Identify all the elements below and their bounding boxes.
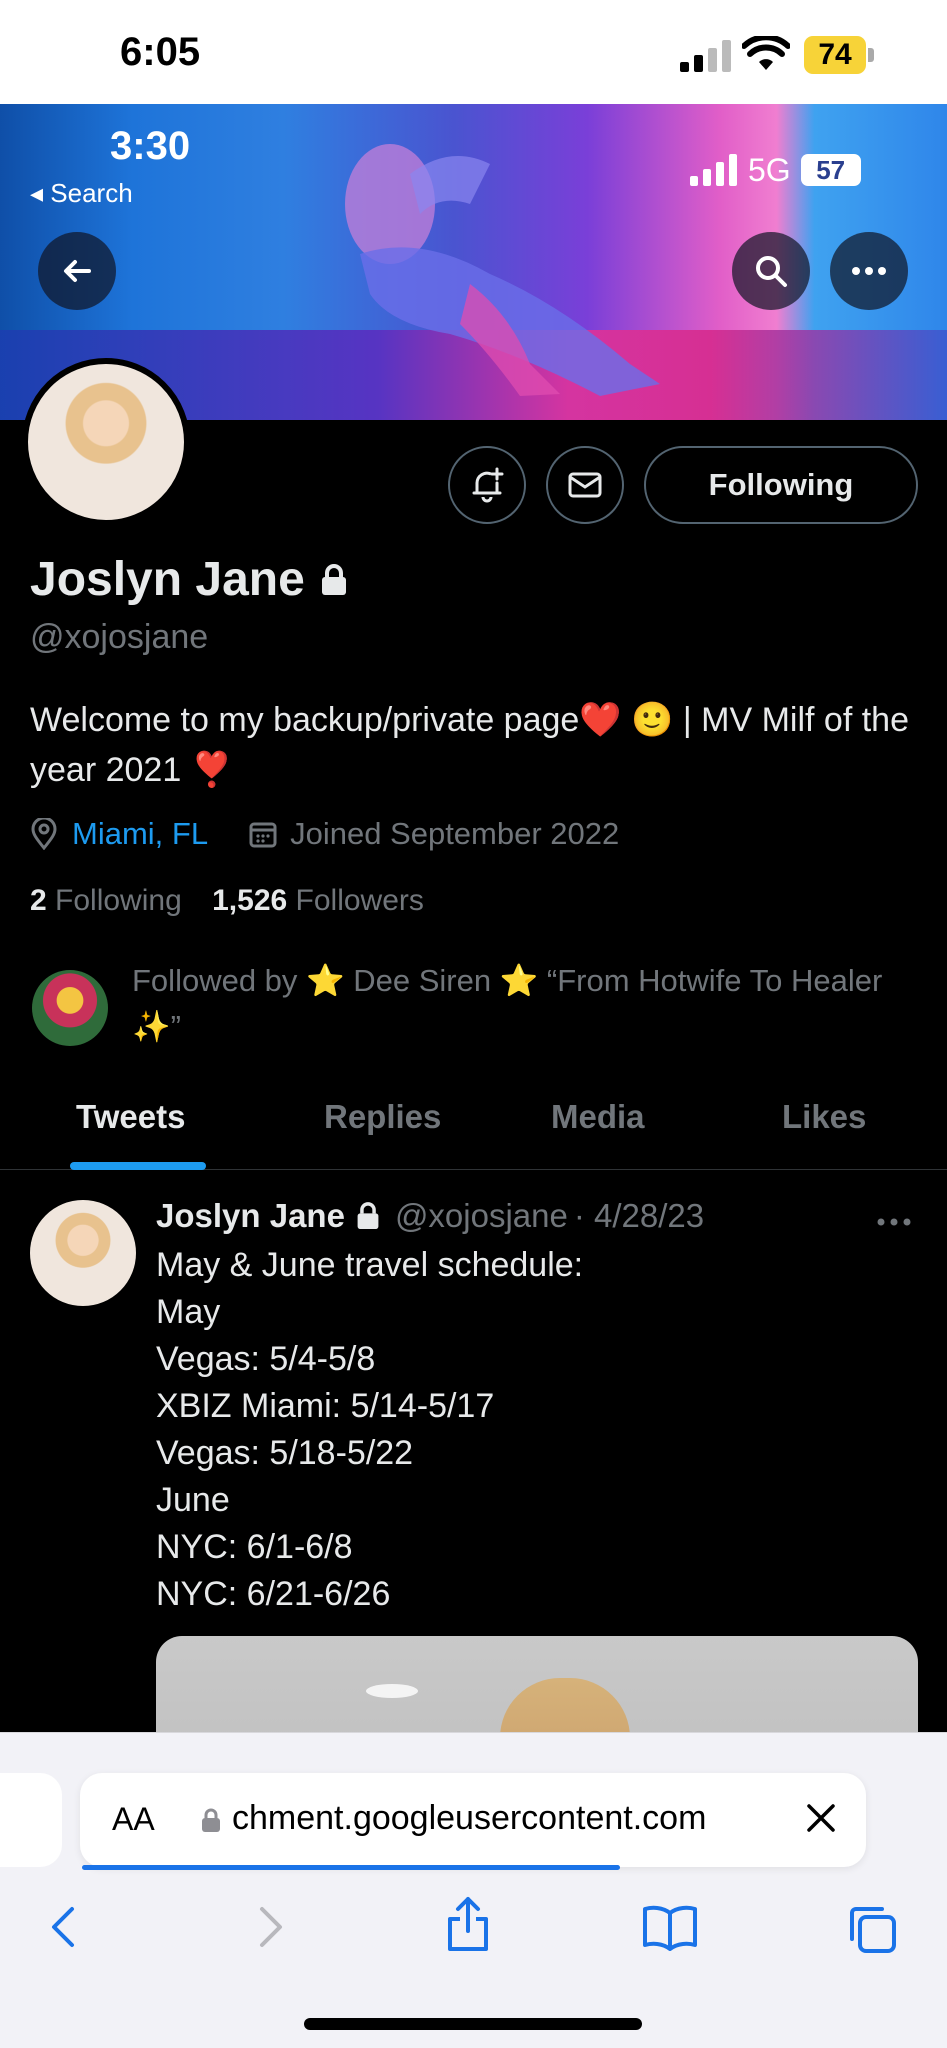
tweet-more-button[interactable] (876, 1198, 912, 1235)
tweet-text: May & June travel schedule: May Vegas: 5… (156, 1242, 583, 1618)
followed-by-text: Followed by ⭐️ Dee Siren ⭐️ “From Hotwif… (132, 963, 883, 1044)
profile-name: Joslyn Jane (30, 553, 305, 606)
tabs-icon[interactable] (846, 1903, 898, 1955)
inner-battery-icon: 57 (800, 154, 861, 186)
tab-likes[interactable]: Likes (782, 1098, 866, 1136)
tweet-line: NYC: 6/1-6/8 (156, 1528, 353, 1566)
bookmarks-icon[interactable] (642, 1903, 698, 1951)
page-load-progress (82, 1865, 620, 1870)
more-horizontal-icon (877, 1218, 911, 1226)
profile-location[interactable]: Miami, FL (72, 816, 208, 852)
chevron-right-icon[interactable] (252, 1903, 288, 1951)
previous-tab-peek[interactable] (0, 1773, 62, 1867)
following-count-link[interactable]: 2 Following (30, 884, 182, 917)
follower-avatar (32, 970, 108, 1046)
following-button[interactable]: Following (644, 446, 918, 524)
banner-photo (345, 144, 660, 396)
search-icon (756, 256, 787, 287)
arrow-left-icon (64, 260, 91, 282)
search-button[interactable] (732, 232, 810, 310)
envelope-icon (568, 472, 602, 498)
tweet-avatar[interactable] (30, 1200, 136, 1306)
url-text[interactable]: chment.googleusercontent.com (232, 1799, 802, 1838)
tweet-line: May & June travel schedule: (156, 1246, 584, 1284)
battery-icon: 74 (804, 36, 866, 74)
inner-network-label: 5G (748, 151, 791, 188)
battery-level: 74 (818, 38, 852, 71)
profile-handle: @xojosjane (30, 618, 209, 656)
address-bar[interactable]: AA chment.googleusercontent.com (80, 1773, 866, 1867)
bell-plus-icon (472, 467, 504, 503)
tweet-header: Joslyn Jane @xojosjane · 4/28/23 (156, 1194, 704, 1238)
battery-cap (868, 48, 874, 62)
following-count: 2 (30, 884, 47, 917)
more-horizontal-icon (852, 267, 886, 275)
followers-count: 1,526 (212, 884, 288, 917)
back-to-search-link[interactable]: ◂ Search (30, 178, 133, 209)
tweet-line: May (156, 1293, 221, 1331)
location-pin-icon (31, 818, 57, 850)
followers-count-link[interactable]: 1,526 Followers (212, 884, 424, 917)
chevron-left-icon[interactable] (46, 1903, 82, 1951)
active-tab-indicator (70, 1162, 206, 1170)
calendar-icon (249, 822, 277, 848)
follow-counts: 2 Following 1,526 Followers (30, 884, 424, 918)
inner-status-time: 3:30 (110, 124, 191, 168)
secure-lock-icon (202, 1808, 220, 1832)
inner-status-right: 5G 57 (690, 150, 861, 190)
share-icon[interactable] (444, 1895, 492, 1953)
lock-icon (321, 563, 346, 595)
tweet-line: XBIZ Miami: 5/14-5/17 (156, 1387, 495, 1425)
tweet-author-handle: @xojosjane (394, 1197, 568, 1234)
tweet-line: June (156, 1481, 230, 1519)
tweet-author-name[interactable]: Joslyn Jane (156, 1197, 345, 1235)
cellular-signal-icon (680, 40, 731, 72)
home-indicator[interactable] (304, 2018, 642, 2030)
reader-aa-button[interactable]: AA (112, 1801, 155, 1838)
profile-meta: Miami, FL Joined September 2022 (30, 812, 619, 856)
followers-count-label: Followers (295, 884, 424, 917)
tweet-line: Vegas: 5/18-5/22 (156, 1434, 414, 1472)
following-count-label: Following (55, 884, 182, 917)
profile-joined-date: Joined September 2022 (290, 816, 620, 851)
wifi-icon (742, 36, 790, 70)
message-button[interactable] (546, 446, 624, 524)
profile-name-row: Joslyn Jane (30, 552, 349, 607)
profile-avatar[interactable] (22, 358, 190, 526)
inner-signal-icon (690, 154, 737, 186)
tab-replies[interactable]: Replies (324, 1098, 441, 1136)
device-time: 6:05 (120, 30, 201, 74)
more-button[interactable] (830, 232, 908, 310)
profile-tabs: Tweets Replies Media Likes (0, 1078, 947, 1170)
notifications-button[interactable] (448, 446, 526, 524)
tweet-date[interactable]: · 4/28/23 (574, 1197, 704, 1235)
tweet-lock-icon (357, 1202, 379, 1229)
safari-toolbar: AA chment.googleusercontent.com (0, 1732, 947, 2048)
tab-tweets[interactable]: Tweets (76, 1098, 185, 1136)
tab-media[interactable]: Media (551, 1098, 645, 1136)
back-button[interactable] (38, 232, 116, 310)
tweet-line: NYC: 6/21-6/26 (156, 1575, 391, 1613)
close-icon[interactable] (804, 1801, 838, 1835)
tweet-line: Vegas: 5/4-5/8 (156, 1340, 376, 1378)
profile-bio: Welcome to my backup/private page❤️ 🙂 | … (30, 701, 909, 789)
device-status-bar: 6:05 74 (0, 0, 947, 104)
ceiling-light (366, 1684, 418, 1698)
